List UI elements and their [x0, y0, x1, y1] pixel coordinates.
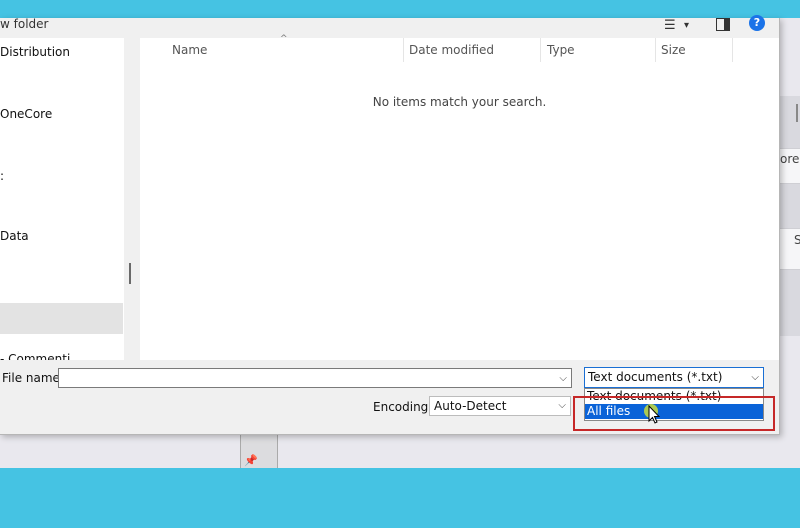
- chevron-down-icon[interactable]: ⌵: [751, 368, 759, 387]
- preview-pane-icon[interactable]: [716, 18, 730, 36]
- chevron-down-icon[interactable]: ▾: [684, 18, 689, 34]
- navigation-pane: Distribution OneCore : Data - Commenti: [0, 38, 124, 360]
- list-view-icon[interactable]: ☰: [664, 18, 676, 34]
- column-header-size[interactable]: Size: [661, 38, 686, 62]
- column-separator[interactable]: [403, 38, 404, 62]
- file-name-label: File name:: [2, 371, 64, 385]
- file-list: ^ Name Date modified Type Size No items …: [140, 34, 779, 360]
- help-icon[interactable]: ?: [749, 15, 765, 31]
- nav-item-distribution[interactable]: Distribution: [0, 45, 70, 59]
- column-separator[interactable]: [732, 38, 733, 62]
- background-pane-icon: [796, 104, 800, 122]
- nav-item-colon[interactable]: :: [0, 169, 4, 183]
- column-header-type[interactable]: Type: [547, 38, 575, 62]
- highlight-annotation: [573, 396, 775, 431]
- background-partial-text: S: [794, 233, 800, 247]
- encoding-value: Auto-Detect: [434, 399, 507, 413]
- column-separator[interactable]: [540, 38, 541, 62]
- column-separator[interactable]: [655, 38, 656, 62]
- open-file-dialog: w folder ☰ ▾ ? Distribution OneCore : Da…: [0, 15, 780, 435]
- nav-item-selected[interactable]: [0, 303, 123, 334]
- chevron-down-icon[interactable]: ⌵: [558, 397, 566, 415]
- sort-arrow-icon: ^: [280, 34, 288, 44]
- nav-item-onecore[interactable]: OneCore: [0, 107, 52, 121]
- file-type-select[interactable]: Text documents (*.txt) ⌵: [584, 367, 764, 388]
- column-header-date-modified[interactable]: Date modified: [409, 38, 494, 62]
- file-name-input[interactable]: ⌵: [58, 368, 572, 388]
- nav-item-data[interactable]: Data: [0, 229, 29, 243]
- encoding-label: Encoding:: [373, 400, 433, 414]
- nav-item-partial[interactable]: - Commenti: [0, 352, 70, 360]
- new-folder-button[interactable]: w folder: [0, 16, 48, 32]
- encoding-select[interactable]: Auto-Detect ⌵: [429, 396, 571, 416]
- background-partial-text: ore: [780, 152, 800, 166]
- scrollbar-thumb[interactable]: [129, 263, 131, 284]
- empty-message: No items match your search.: [372, 95, 547, 109]
- mouse-cursor-icon: [648, 404, 661, 429]
- file-type-value: Text documents (*.txt): [588, 370, 723, 384]
- background-window-strip: [778, 96, 800, 336]
- column-header-name[interactable]: Name: [172, 38, 207, 62]
- chevron-down-icon[interactable]: ⌵: [559, 369, 567, 389]
- pin-icon: 📌: [244, 454, 258, 467]
